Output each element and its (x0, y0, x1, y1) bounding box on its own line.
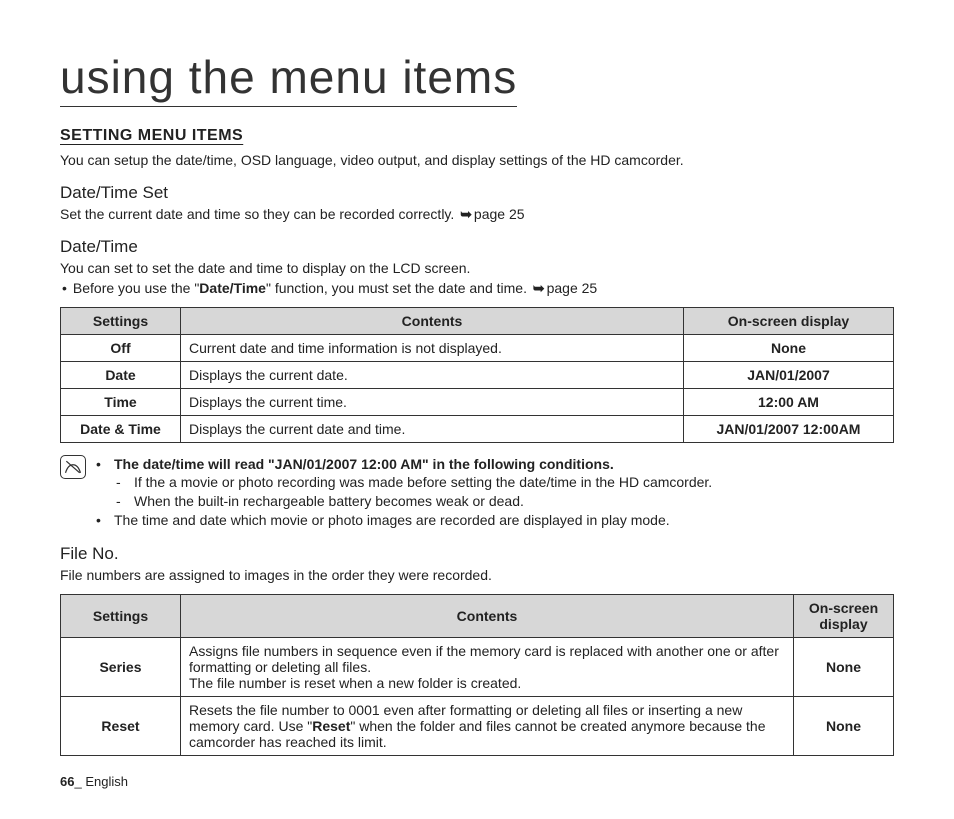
th-settings: Settings (61, 307, 181, 334)
th-contents: Contents (181, 595, 794, 638)
table-row: Date Displays the current date. JAN/01/2… (61, 361, 894, 388)
datetime-bullet-bold: Date/Time (199, 280, 266, 296)
note-bold1: The date/time will read "JAN/01/2007 12:… (114, 456, 614, 472)
page-title: using the menu items (60, 50, 517, 107)
cell-setting: Off (61, 334, 181, 361)
page-number: 66 (60, 774, 74, 789)
table-row: Time Displays the current time. 12:00 AM (61, 388, 894, 415)
cell-contents: Current date and time information is not… (181, 334, 684, 361)
th-osd: On-screen display (684, 307, 894, 334)
fileno-heading: File No. (60, 544, 894, 564)
arrow-icon: ➥ (460, 205, 472, 223)
cell-contents: Displays the current date and time. (181, 415, 684, 442)
cell-setting: Time (61, 388, 181, 415)
bullet-icon: • (60, 280, 67, 296)
footer-lang: English (85, 774, 128, 789)
cell-osd: JAN/01/2007 12:00AM (684, 415, 894, 442)
note-subline: -When the built-in rechargeable battery … (116, 492, 712, 511)
cell-setting: Date (61, 361, 181, 388)
table-row: Date & Time Displays the current date an… (61, 415, 894, 442)
note-line: •The date/time will read "JAN/01/2007 12… (96, 455, 894, 474)
table-datetime: Settings Contents On-screen display Off … (60, 307, 894, 443)
th-settings: Settings (61, 595, 181, 638)
datetime-set-text: Set the current date and time so they ca… (60, 205, 894, 223)
datetime-line1: You can set to set the date and time to … (60, 259, 894, 277)
arrow-icon: ➥ (533, 280, 545, 297)
note-subline: -If the a movie or photo recording was m… (116, 473, 712, 492)
cell-osd: None (684, 334, 894, 361)
cell-setting: Date & Time (61, 415, 181, 442)
page-footer: 66_ English (60, 774, 894, 789)
table-row: Series Assigns file numbers in sequence … (61, 638, 894, 697)
datetime-bullet-suffix: " function, you must set the date and ti… (266, 280, 531, 296)
datetime-bullet-prefix: Before you use the " (73, 280, 199, 296)
table-fileno: Settings Contents On-screen display Seri… (60, 594, 894, 756)
footer-sep: _ (74, 774, 85, 789)
cell-setting: Series (61, 638, 181, 697)
cell-osd: 12:00 AM (684, 388, 894, 415)
table-row: Reset Resets the file number to 0001 eve… (61, 697, 894, 756)
datetime-bullet-pageref: page 25 (547, 280, 598, 296)
cell-setting: Reset (61, 697, 181, 756)
th-contents: Contents (181, 307, 684, 334)
datetime-set-pageref: page 25 (474, 206, 525, 222)
datetime-bullet: • Before you use the "Date/Time" functio… (60, 280, 894, 297)
cell-contents: Displays the current date. (181, 361, 684, 388)
cell-osd: JAN/01/2007 (684, 361, 894, 388)
datetime-set-body: Set the current date and time so they ca… (60, 206, 458, 222)
datetime-heading: Date/Time (60, 237, 894, 257)
fileno-text: File numbers are assigned to images in t… (60, 566, 894, 584)
cell-contents: Resets the file number to 0001 even afte… (181, 697, 794, 756)
intro-paragraph: You can setup the date/time, OSD languag… (60, 151, 894, 169)
note-block: •The date/time will read "JAN/01/2007 12… (60, 455, 894, 531)
cell-contents: Assigns file numbers in sequence even if… (181, 638, 794, 697)
datetime-set-heading: Date/Time Set (60, 183, 894, 203)
cell-osd: None (794, 638, 894, 697)
note-line: •The time and date which movie or photo … (96, 511, 894, 530)
note-icon (60, 455, 86, 479)
section-heading: SETTING MENU ITEMS (60, 127, 894, 145)
cell-contents: Displays the current time. (181, 388, 684, 415)
th-osd: On-screen display (794, 595, 894, 638)
table-row: Off Current date and time information is… (61, 334, 894, 361)
cell-osd: None (794, 697, 894, 756)
